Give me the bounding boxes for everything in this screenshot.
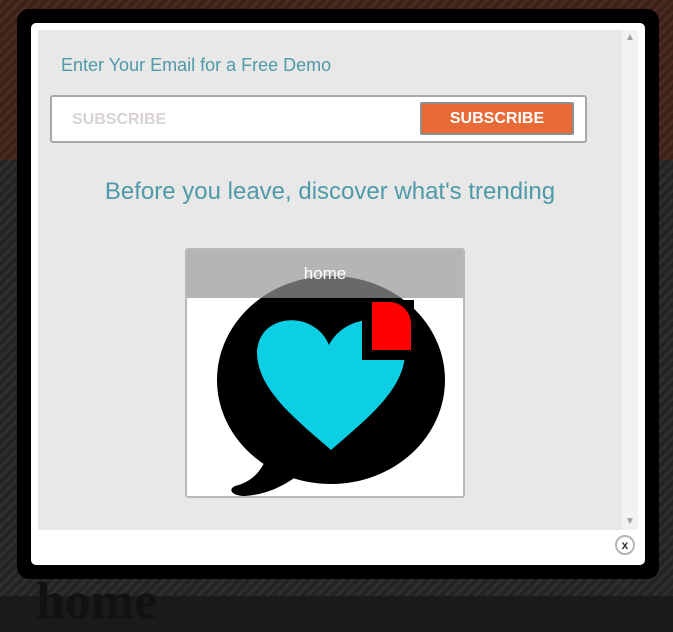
email-field[interactable] — [62, 105, 414, 135]
scrollbar[interactable]: ▲ ▼ — [622, 30, 638, 530]
exit-intent-modal: Enter Your Email for a Free Demo SUBSCRI… — [31, 23, 645, 565]
card-label: home — [187, 250, 463, 298]
modal-content: Enter Your Email for a Free Demo SUBSCRI… — [38, 30, 622, 530]
subscribe-button[interactable]: SUBSCRIBE — [420, 102, 574, 135]
scroll-down-icon[interactable]: ▼ — [622, 514, 638, 530]
email-heading: Enter Your Email for a Free Demo — [61, 55, 332, 75]
background-page-title: home — [36, 573, 158, 630]
subscribe-form: SUBSCRIBE — [50, 95, 587, 143]
trending-heading: Before you leave, discover what's trendi… — [104, 178, 556, 205]
scroll-up-icon[interactable]: ▲ — [622, 30, 638, 46]
trending-card-home[interactable]: home — [185, 248, 465, 498]
close-button[interactable]: x — [615, 535, 635, 555]
